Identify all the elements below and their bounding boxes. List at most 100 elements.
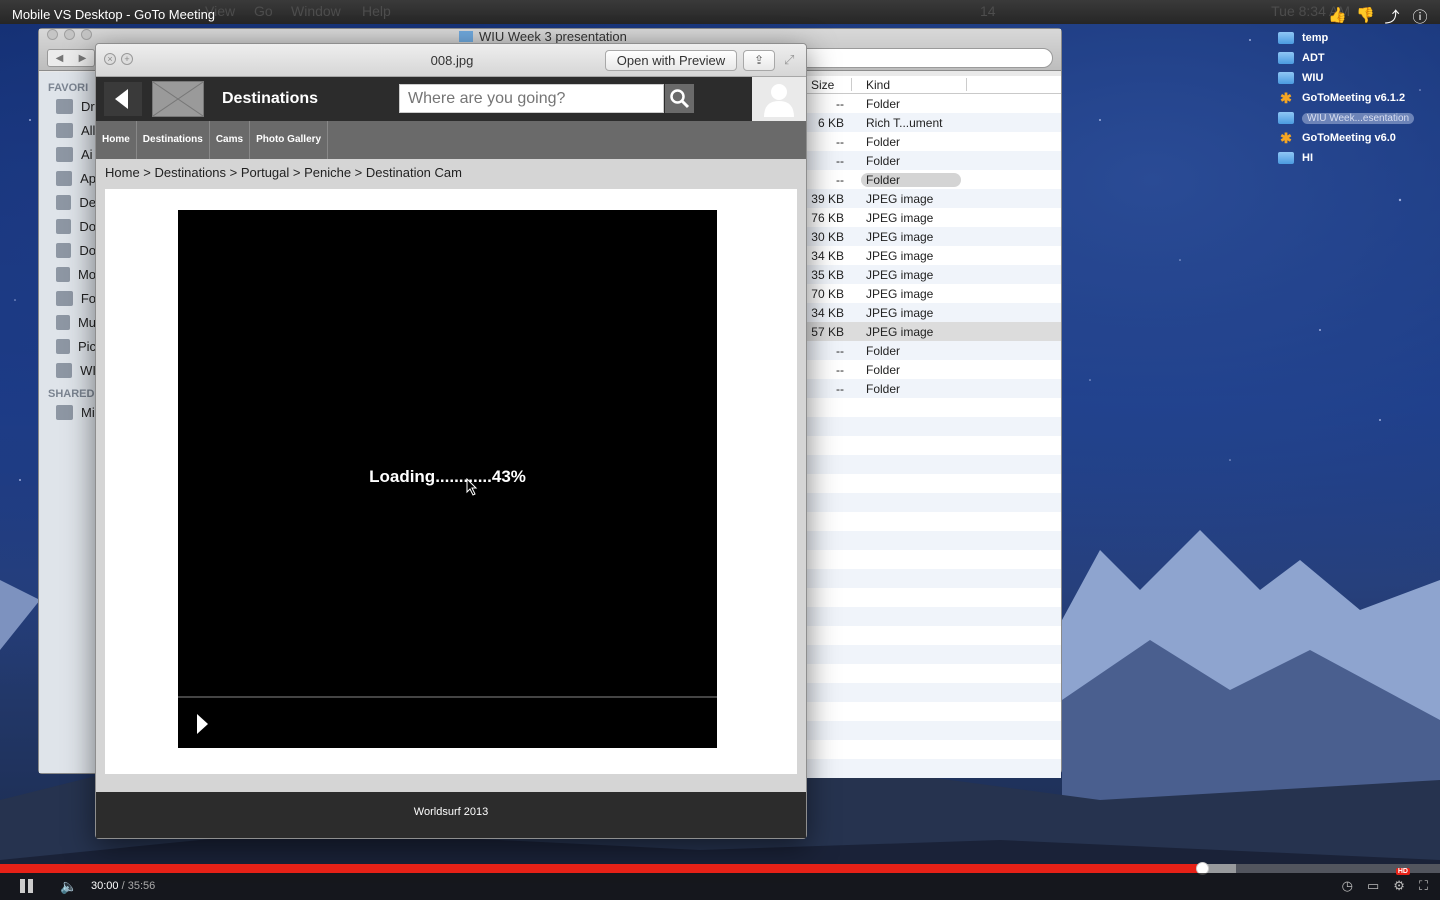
folder-icon (1278, 152, 1294, 164)
sidebar-item[interactable]: Mo (39, 262, 96, 286)
list-row[interactable]: -- Folder (806, 170, 1061, 189)
sidebar-item-icon (56, 170, 73, 186)
sidebar-item[interactable]: Ai (39, 142, 96, 166)
list-row[interactable]: 76 KB JPEG image (806, 208, 1061, 227)
desktop-icon-gotomeeting-60[interactable]: ✱ GoToMeeting v6.0 (1278, 128, 1438, 148)
list-row[interactable]: -- Folder (806, 379, 1061, 398)
share-icon: ⇪ (753, 53, 765, 67)
sidebar-item[interactable]: Dr (39, 94, 96, 118)
preview-window: × + 008.jpg Open with Preview ⇪ ⤢ Destin… (95, 43, 807, 839)
sidebar-item[interactable]: Ap (39, 166, 96, 190)
list-row[interactable]: -- Folder (806, 151, 1061, 170)
menu-go[interactable]: Go (254, 3, 273, 19)
pause-button[interactable] (20, 879, 34, 893)
forward-arrow-icon[interactable]: ▶ (79, 53, 87, 64)
row-kind: JPEG image (866, 192, 934, 206)
zoom-button[interactable] (81, 29, 92, 40)
sidebar-item[interactable]: Fo (39, 286, 96, 310)
list-row[interactable]: -- Folder (806, 132, 1061, 151)
user-profile-button[interactable] (752, 77, 806, 121)
row-kind: JPEG image (866, 325, 934, 339)
back-button[interactable] (104, 82, 142, 116)
minimize-button[interactable] (64, 29, 75, 40)
column-header-size[interactable]: Size (811, 78, 834, 92)
captions-icon[interactable]: ▭ (1367, 878, 1379, 894)
open-with-preview-button[interactable]: Open with Preview (605, 50, 737, 71)
sidebar-heading-shared: SHARED (48, 388, 95, 400)
nav-photo-gallery[interactable]: Photo Gallery (250, 121, 329, 159)
list-row[interactable]: 35 KB JPEG image (806, 265, 1061, 284)
list-row[interactable]: -- Folder (806, 94, 1061, 113)
nav-destinations[interactable]: Destinations (137, 121, 210, 159)
play-button[interactable] (197, 714, 208, 734)
desktop-icon-temp[interactable]: temp (1278, 28, 1438, 48)
list-row[interactable]: 6 KB Rich T...ument (806, 113, 1061, 132)
list-row (806, 702, 1061, 721)
nav-cams[interactable]: Cams (210, 121, 251, 159)
column-header-kind[interactable]: Kind (866, 78, 890, 92)
breadcrumb[interactable]: Home > Destinations > Portugal > Peniche… (105, 165, 462, 180)
thumbs-down-icon[interactable]: 👎 (1356, 6, 1375, 27)
watch-later-icon[interactable]: ◷ (1342, 878, 1353, 894)
sidebar-item[interactable]: Mu (39, 310, 96, 334)
computer-icon (56, 404, 73, 420)
desktop-icon-gotomeeting-612[interactable]: ✱ GoToMeeting v6.1.2 (1278, 88, 1438, 108)
list-row[interactable]: 57 KB JPEG image (806, 322, 1061, 341)
list-row[interactable]: 39 KB JPEG image (806, 189, 1061, 208)
list-row (806, 455, 1061, 474)
row-kind: Folder (866, 97, 901, 111)
close-button[interactable] (47, 29, 58, 40)
menu-help[interactable]: Help (362, 3, 391, 19)
app-body: Home > Destinations > Portugal > Peniche… (96, 159, 806, 792)
share-icon[interactable]: ⤴ (1384, 6, 1400, 27)
logo-placeholder-image (152, 81, 204, 117)
info-icon[interactable]: ⓘ (1412, 6, 1428, 27)
list-row[interactable]: 30 KB JPEG image (806, 227, 1061, 246)
sidebar-item[interactable]: Do (39, 238, 96, 262)
desktop-icon-adt[interactable]: ADT (1278, 48, 1438, 68)
row-kind: Folder (861, 173, 961, 187)
expand-icon[interactable]: ⤢ (784, 52, 794, 68)
search-button[interactable] (665, 84, 694, 113)
finder-back-forward[interactable]: ◀ ▶ (47, 49, 95, 67)
settings-gear-icon[interactable]: ⚙ (1393, 878, 1405, 894)
volume-icon[interactable]: 🔈 (60, 878, 77, 895)
row-kind: JPEG image (866, 287, 934, 301)
sidebar-item-icon (56, 266, 70, 282)
preview-titlebar: × + 008.jpg Open with Preview ⇪ ⤢ (96, 44, 806, 77)
fullscreen-icon[interactable]: ⛶ (1419, 878, 1428, 894)
sidebar-item-label: WI (80, 362, 96, 378)
loading-status: Loading............43% (369, 467, 526, 486)
sidebar-item-icon (56, 290, 73, 306)
list-row[interactable]: 34 KB JPEG image (806, 303, 1061, 322)
desktop-icon-wiu[interactable]: WIU (1278, 68, 1438, 88)
sidebar-item[interactable]: All (39, 118, 96, 142)
desktop-icon-hi[interactable]: HI (1278, 148, 1438, 168)
sidebar-shared-item[interactable]: Mi (39, 400, 96, 424)
video-title[interactable]: Mobile VS Desktop - GoTo Meeting (12, 7, 215, 22)
video-player[interactable]: Loading............43% (178, 210, 717, 748)
list-row[interactable]: -- Folder (806, 360, 1061, 379)
control-bar-right: ◷ ▭ ⚙ ⛶ (1342, 878, 1428, 894)
back-arrow-icon[interactable]: ◀ (56, 53, 64, 64)
list-row[interactable]: 70 KB JPEG image (806, 284, 1061, 303)
desktop-icon-wiu-week[interactable]: WIU Week...esentation (1278, 108, 1438, 128)
list-row (806, 550, 1061, 569)
app-footer: Worldsurf 2013 (96, 792, 806, 838)
sidebar-item[interactable]: Do (39, 214, 96, 238)
menu-window[interactable]: Window (291, 3, 341, 19)
row-kind: Folder (866, 363, 901, 377)
thumbs-up-icon[interactable]: 👍 (1328, 6, 1347, 27)
nav-home[interactable]: Home (96, 121, 137, 159)
list-row[interactable]: 34 KB JPEG image (806, 246, 1061, 265)
finder-search-input[interactable] (793, 48, 1053, 68)
destination-search-input[interactable] (399, 84, 664, 113)
sidebar-item[interactable]: De (39, 190, 96, 214)
share-button[interactable]: ⇪ (743, 50, 775, 71)
row-size: 57 KB (811, 325, 844, 339)
list-row[interactable]: -- Folder (806, 341, 1061, 360)
video-controls: 🔈 30:00 / 35:56 ◷ ▭ ⚙ ⛶ HD (0, 860, 1440, 900)
sidebar-item[interactable]: Pic (39, 334, 96, 358)
content-area: Loading............43% (105, 189, 797, 774)
sidebar-item[interactable]: WI (39, 358, 96, 382)
